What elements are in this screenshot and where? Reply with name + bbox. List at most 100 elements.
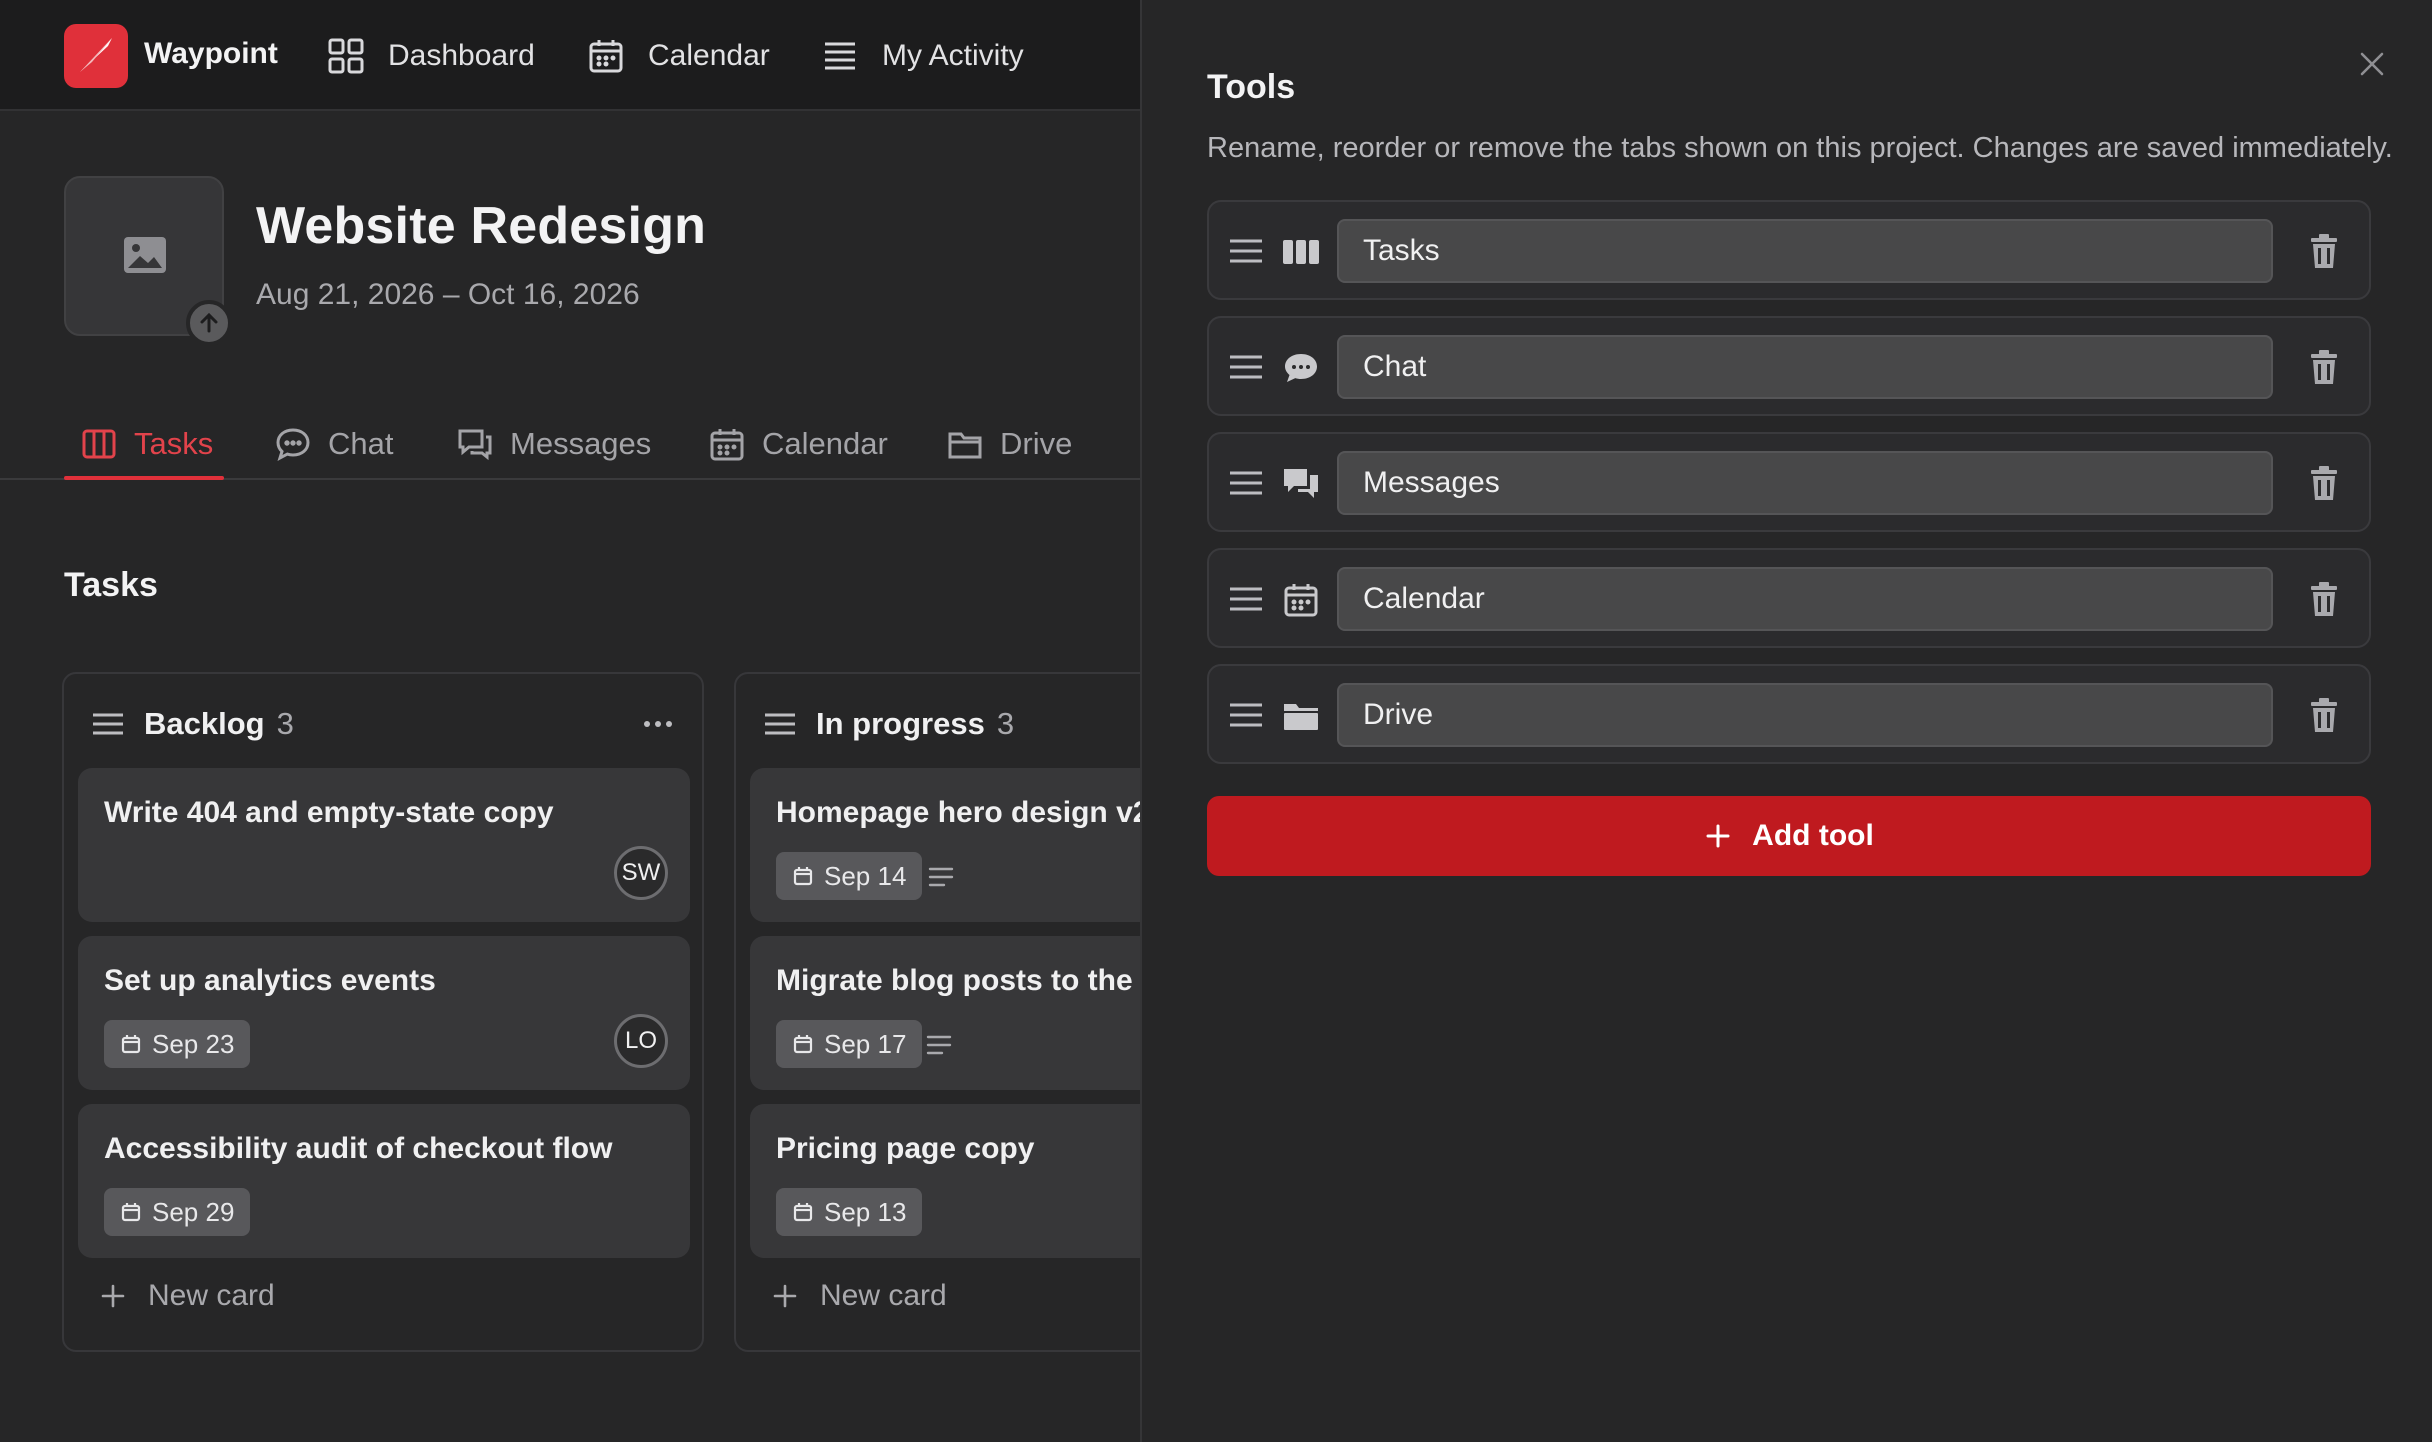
trash-icon[interactable] <box>2303 578 2345 620</box>
drag-handle-icon[interactable] <box>1227 348 1265 386</box>
column-count: 3 <box>276 706 294 741</box>
calendar-icon <box>793 867 813 886</box>
due-date-text: Sep 29 <box>152 1196 235 1227</box>
card-title: Accessibility audit of checkout flow <box>104 1132 613 1165</box>
board-column-backlog: Backlog 3 Write 404 and empty-state copy… <box>62 672 704 1352</box>
task-card[interactable]: Homepage hero design v2 Sep 14 <box>750 768 1140 922</box>
nav-my-activity-label: My Activity <box>882 39 1024 72</box>
messages-icon <box>1284 469 1318 498</box>
card-title: Homepage hero design v2 <box>776 796 1140 829</box>
nav-my-activity[interactable]: My Activity <box>820 34 1024 78</box>
tool-row-calendar <box>1207 548 2371 648</box>
new-card-label: New card <box>148 1279 275 1312</box>
waypoint-logo[interactable] <box>64 24 128 88</box>
tab-chat[interactable]: Chat <box>274 422 393 466</box>
due-date-text: Sep 13 <box>824 1196 907 1227</box>
project-title: Website Redesign <box>256 197 707 255</box>
project-dates: Aug 21, 2026 – Oct 16, 2026 <box>256 278 640 311</box>
tools-panel: Tools Rename, reorder or remove the tabs… <box>1140 0 2432 1442</box>
grid-icon <box>328 38 364 74</box>
task-card[interactable]: Set up analytics events Sep 23 LO <box>78 936 690 1090</box>
calendar-icon <box>121 1203 141 1222</box>
drag-handle-icon[interactable] <box>1227 464 1265 502</box>
columns-icon <box>1283 240 1319 264</box>
drag-handle-icon <box>93 713 123 735</box>
description-icon <box>926 1035 952 1055</box>
brand-name: Waypoint <box>144 37 278 70</box>
project-view: Waypoint Dashboard Calendar My Activity <box>0 0 1140 1442</box>
due-date-text: Sep 14 <box>824 860 907 891</box>
close-icon[interactable] <box>2352 44 2392 84</box>
tab-tasks-label: Tasks <box>134 426 214 461</box>
trash-icon[interactable] <box>2303 462 2345 504</box>
nav-calendar[interactable]: Calendar <box>586 34 770 78</box>
new-card-button[interactable]: New card <box>100 1274 275 1318</box>
tab-calendar-label: Calendar <box>762 426 888 461</box>
trash-icon[interactable] <box>2303 694 2345 736</box>
column-header[interactable]: Backlog 3 <box>90 702 294 746</box>
tab-chat-label: Chat <box>328 426 394 461</box>
card-title: Migrate blog posts to the ne <box>776 964 1140 997</box>
new-card-label: New card <box>820 1279 947 1312</box>
tool-row-tasks <box>1207 200 2371 300</box>
tab-tasks[interactable]: Tasks <box>80 422 213 466</box>
column-name: Backlog <box>144 706 265 741</box>
card-title: Set up analytics events <box>104 964 436 997</box>
nav-dashboard-label: Dashboard <box>388 39 535 72</box>
add-tool-button[interactable]: Add tool <box>1207 796 2371 876</box>
add-tool-label: Add tool <box>1752 819 1874 852</box>
tool-name-input[interactable] <box>1337 451 2273 515</box>
tab-calendar[interactable]: Calendar <box>708 422 888 466</box>
task-card[interactable]: Pricing page copy Sep 13 <box>750 1104 1140 1258</box>
tab-drive[interactable]: Drive <box>946 422 1072 466</box>
more-options-icon[interactable] <box>640 706 676 742</box>
tool-name-input[interactable] <box>1337 335 2273 399</box>
avatar[interactable]: SW <box>614 846 668 900</box>
nav-calendar-label: Calendar <box>648 39 770 72</box>
image-placeholder-icon <box>124 237 166 273</box>
due-date-badge: Sep 14 <box>776 852 923 900</box>
folder-icon <box>948 432 982 459</box>
tab-drive-label: Drive <box>1000 426 1073 461</box>
plus-icon <box>773 1284 797 1308</box>
task-card[interactable]: Accessibility audit of checkout flow Sep… <box>78 1104 690 1258</box>
calendar-icon <box>589 40 623 73</box>
messages-icon <box>458 429 492 461</box>
drag-handle-icon[interactable] <box>1227 232 1265 270</box>
plus-icon <box>101 1284 125 1308</box>
due-date-badge: Sep 29 <box>104 1188 251 1236</box>
calendar-icon <box>710 429 744 461</box>
calendar-icon <box>1284 584 1318 617</box>
calendar-icon <box>793 1035 813 1054</box>
due-date-text: Sep 17 <box>824 1028 907 1059</box>
plus-icon <box>1706 824 1730 848</box>
drag-handle-icon[interactable] <box>1227 580 1265 618</box>
arrow-up-icon <box>200 312 218 333</box>
panel-description: Rename, reorder or remove the tabs shown… <box>1207 132 2393 164</box>
column-name: In progress <box>816 706 985 741</box>
tool-name-input[interactable] <box>1337 567 2273 631</box>
tab-messages[interactable]: Messages <box>456 422 651 466</box>
avatar[interactable]: LO <box>614 1014 668 1068</box>
activity-list-icon <box>825 42 855 70</box>
drag-handle-icon[interactable] <box>1227 696 1265 734</box>
tab-messages-label: Messages <box>510 426 652 461</box>
chat-bubble-icon <box>1285 354 1317 382</box>
upload-thumbnail-button[interactable] <box>186 300 232 346</box>
due-date-badge: Sep 23 <box>104 1020 251 1068</box>
tool-name-input[interactable] <box>1337 219 2273 283</box>
column-header[interactable]: In progress 3 <box>762 702 1014 746</box>
board-column-in-progress: In progress 3 Homepage hero design v2 Se… <box>734 672 1140 1352</box>
top-navigation-bar: Waypoint Dashboard Calendar My Activity <box>0 0 1140 111</box>
chat-bubble-icon <box>276 428 310 462</box>
nav-dashboard[interactable]: Dashboard <box>326 34 535 78</box>
tool-name-input[interactable] <box>1337 683 2273 747</box>
due-date-text: Sep 23 <box>152 1028 235 1059</box>
new-card-button[interactable]: New card <box>772 1274 947 1318</box>
trash-icon[interactable] <box>2303 230 2345 272</box>
task-card[interactable]: Migrate blog posts to the ne Sep 17 <box>750 936 1140 1090</box>
trash-icon[interactable] <box>2303 346 2345 388</box>
task-card[interactable]: Write 404 and empty-state copy SW <box>78 768 690 922</box>
active-tab-indicator <box>64 476 224 480</box>
column-count: 3 <box>996 706 1015 741</box>
